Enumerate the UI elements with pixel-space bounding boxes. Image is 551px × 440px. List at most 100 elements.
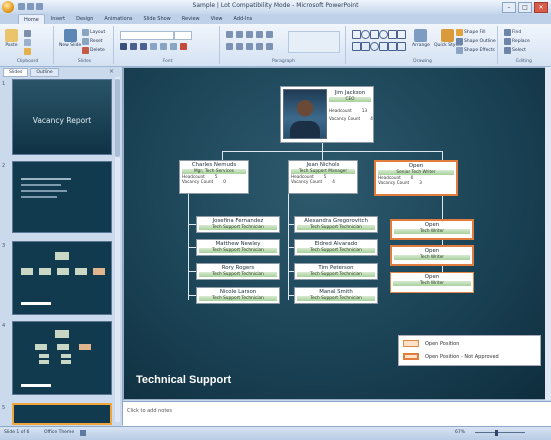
scissors-icon — [24, 30, 31, 37]
org-box-manager[interactable]: Jean Nichols Tech Support Manager Headco… — [288, 160, 358, 194]
tab-view[interactable]: View — [206, 14, 228, 24]
org-box-staff[interactable]: Manal Smith Tech Support Technician — [294, 287, 378, 304]
font-color-icon[interactable] — [180, 43, 187, 50]
org-box-open-position[interactable]: Open Tech Writer — [390, 219, 474, 240]
bullets-icon[interactable] — [226, 31, 233, 38]
copy-icon — [24, 39, 31, 46]
delete-button[interactable]: Delete — [82, 47, 105, 54]
tab-outline[interactable]: Outline — [30, 68, 59, 77]
tab-animations[interactable]: Animations — [99, 14, 137, 24]
text-direction-controls[interactable] — [288, 31, 340, 53]
org-box-staff[interactable]: Alexandra Gregorovitch Tech Support Tech… — [294, 216, 378, 233]
group-label-slides: Slides — [77, 59, 92, 64]
panel-close-icon[interactable]: × — [109, 68, 114, 75]
pen-icon — [456, 38, 463, 45]
format-painter-button[interactable] — [24, 48, 31, 55]
org-title: Tech Writer — [393, 281, 471, 286]
slide-number: 5 — [2, 405, 6, 411]
bold-icon[interactable] — [120, 43, 127, 50]
delete-icon — [82, 47, 89, 54]
org-box-open-position[interactable]: Open Tech Writer — [390, 245, 474, 266]
layout-button[interactable]: Layout — [82, 29, 105, 36]
legend-label: Open Position - Not Approved — [425, 353, 499, 360]
org-box-manager[interactable]: Charles Nemuds Mgr, Tech Services Headco… — [179, 160, 249, 194]
underline-icon[interactable] — [140, 43, 147, 50]
new-slide-button[interactable]: New Slide — [59, 29, 81, 48]
slide[interactable]: Jim Jackson CEO Headcount 13 Vacancy Coun… — [124, 68, 549, 399]
tab-slides[interactable]: Slides — [3, 68, 29, 77]
org-box-open-position[interactable]: Open Tech Writer — [390, 272, 474, 293]
clipboard-icon — [5, 29, 18, 42]
tab-slide-show[interactable]: Slide Show — [138, 14, 175, 24]
slide-thumbnail-4[interactable] — [12, 321, 112, 395]
align-right-icon[interactable] — [246, 43, 253, 50]
cut-button[interactable] — [24, 30, 31, 37]
reset-button[interactable]: Reset — [82, 38, 103, 45]
align-center-icon[interactable] — [236, 43, 243, 50]
org-name: Jean Nichols — [306, 162, 340, 168]
zoom-slider[interactable]: 67% — [455, 430, 545, 436]
legend[interactable]: Open Position Open Position - Not Approv… — [398, 335, 541, 366]
spelling-icon[interactable] — [80, 430, 86, 436]
spacing-icon[interactable] — [170, 43, 177, 50]
justify-icon[interactable] — [256, 43, 263, 50]
shadow-icon[interactable] — [160, 43, 167, 50]
close-button[interactable]: ✕ — [534, 2, 548, 13]
minimize-button[interactable]: – — [502, 2, 516, 13]
line-spacing-icon[interactable] — [266, 31, 273, 38]
replace-button[interactable]: Replace — [504, 38, 530, 45]
arrange-button[interactable]: Arrange — [412, 29, 430, 48]
slide-thumbnail-3[interactable] — [12, 241, 112, 315]
shapes-gallery[interactable] — [352, 30, 408, 52]
ceo-photo — [283, 89, 327, 139]
italic-icon[interactable] — [130, 43, 137, 50]
org-title: Tech Support Technician — [199, 225, 277, 230]
org-box-staff[interactable]: Matthew Newley Tech Support Technician — [196, 239, 280, 256]
tab-add-ins[interactable]: Add-Ins — [229, 14, 258, 24]
slide-title[interactable]: Technical Support — [136, 374, 231, 386]
panel-scrollbar[interactable] — [115, 77, 120, 422]
slide-thumbnail-2[interactable] — [12, 161, 112, 233]
copy-button[interactable] — [24, 39, 31, 46]
legend-swatch-open — [403, 340, 419, 347]
slide-thumbnail-1[interactable]: Vacancy Report — [12, 79, 112, 155]
org-name: Open — [424, 274, 440, 280]
strikethrough-icon[interactable] — [150, 43, 157, 50]
maximize-button[interactable]: □ — [518, 2, 532, 13]
decrease-indent-icon[interactable] — [246, 31, 253, 38]
legend-label: Open Position — [425, 340, 460, 347]
tab-design[interactable]: Design — [71, 14, 98, 24]
font-name-box[interactable] — [120, 31, 174, 40]
org-box-staff[interactable]: Eldred Alvarado Tech Support Technician — [294, 239, 378, 256]
paste-button[interactable]: Paste — [5, 29, 18, 48]
shape-effects-button[interactable]: Shape Effects — [456, 47, 495, 54]
find-button[interactable]: Find — [504, 29, 521, 36]
align-left-icon[interactable] — [226, 43, 233, 50]
font-size-box[interactable] — [174, 31, 192, 40]
tab-insert[interactable]: Insert — [46, 14, 70, 24]
org-stat-value: 3 — [419, 180, 422, 185]
notes-pane[interactable]: Click to add notes — [123, 401, 551, 426]
increase-indent-icon[interactable] — [256, 31, 263, 38]
org-box-staff[interactable]: Josefina Fernandez Tech Support Technici… — [196, 216, 280, 233]
shape-outline-button[interactable]: Shape Outline — [456, 38, 496, 45]
slide-thumbnail-5[interactable] — [12, 403, 112, 425]
zoom-slider-knob[interactable] — [495, 430, 498, 436]
org-box-staff[interactable]: Tim Peterson Tech Support Technician — [294, 263, 378, 280]
org-box-staff[interactable]: Nicole Larson Tech Support Technician — [196, 287, 280, 304]
org-name: Open — [408, 163, 424, 169]
tab-review[interactable]: Review — [177, 14, 205, 24]
org-box-open-position[interactable]: Open Senior Tech Writer Headcount 0 Vacan… — [374, 160, 458, 196]
shape-fill-button[interactable]: Shape Fill — [456, 29, 486, 36]
panel-scrollbar-thumb[interactable] — [115, 79, 120, 157]
select-button[interactable]: Select — [504, 47, 526, 54]
org-name: Josefina Fernandez — [212, 218, 264, 224]
org-box-ceo[interactable]: Jim Jackson CEO Headcount 13 Vacancy Coun… — [280, 86, 374, 143]
org-box-staff[interactable]: Rory Rogers Tech Support Technician — [196, 263, 280, 280]
paragraph-row-2 — [226, 43, 273, 50]
slide-scrollbar[interactable] — [545, 67, 551, 400]
columns-icon[interactable] — [266, 43, 273, 50]
numbering-icon[interactable] — [236, 31, 243, 38]
slide-editing-area[interactable]: Jim Jackson CEO Headcount 13 Vacancy Coun… — [123, 67, 551, 400]
quick-styles-icon — [441, 29, 455, 42]
